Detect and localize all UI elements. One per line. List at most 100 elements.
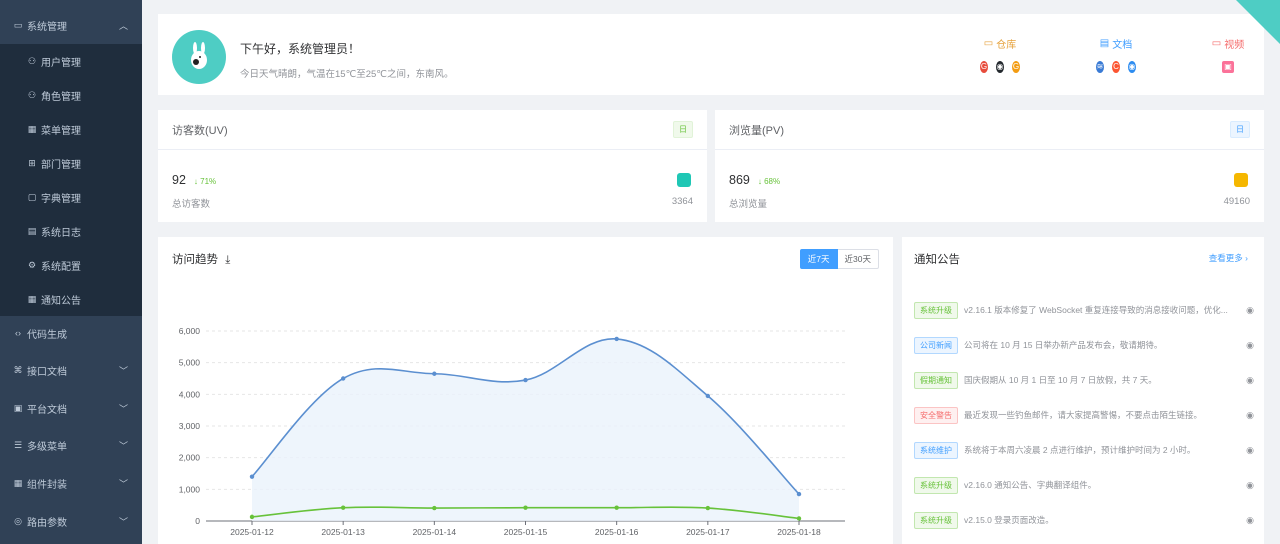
data-point — [249, 514, 255, 520]
notice-tag: 假期通知 — [914, 371, 958, 389]
juejin-icon[interactable]: ≋ — [1096, 61, 1104, 73]
sidebar-item-components[interactable]: ▦ 组件封装 ﹀ — [0, 466, 142, 500]
notice-item[interactable]: 假期通知 国庆假期从 10 月 1 日至 10 月 7 日放假，共 7 天。 ◉ — [914, 370, 1254, 390]
sidebar-item-label: 通知公告 — [41, 295, 81, 307]
weather-text: 今日天气晴朗，气温在15℃至25℃之间，东南风。 — [240, 69, 454, 80]
notice-text: 国庆假期从 10 月 1 日至 10 月 7 日放假，共 7 天。 — [964, 375, 1157, 385]
doc-icon: ▣ — [13, 402, 23, 413]
y-tick-label: 2,000 — [179, 453, 201, 463]
notice-item[interactable]: 系统维护 系统将于本周六凌晨 2 点进行维护，预计维护时间为 2 小时。 ◉ — [914, 440, 1254, 460]
sidebar-item-system[interactable]: ▭ 系统管理 ︿ — [0, 8, 142, 42]
y-tick-label: 4,000 — [179, 389, 201, 399]
csdn-icon[interactable]: C — [1112, 61, 1120, 73]
range-30-days-button[interactable]: 近30天 — [837, 249, 879, 269]
notice-item[interactable]: 系统升级 v2.15.0 登录页面改造。 ◉ — [914, 510, 1254, 530]
sidebar-item-label: 角色管理 — [41, 91, 81, 103]
welcome-card: 下午好，系统管理员！ 今日天气晴朗，气温在15℃至25℃之间，东南风。 ▭ 仓库… — [158, 14, 1264, 95]
gitee-icon[interactable]: G — [980, 61, 988, 73]
docs-link[interactable]: ▤ 文档 — [1096, 36, 1136, 51]
data-point — [432, 371, 437, 376]
sidebar-item-multi-menu[interactable]: ☰ 多级菜单 ﹀ — [0, 428, 142, 462]
notice-tag: 公司新闻 — [914, 336, 958, 354]
notice-icon: ▦ — [27, 293, 37, 304]
pv-period-tag[interactable]: 日 — [1230, 121, 1250, 138]
notice-tag: 系统升级 — [914, 476, 958, 494]
sidebar-item-label: 系统日志 — [41, 227, 81, 239]
y-tick-label: 0 — [195, 516, 200, 526]
range-toggle: 近7天 近30天 — [799, 249, 879, 269]
sidebar-item-dicts[interactable]: ▢ 字典管理 — [0, 180, 142, 214]
uv-change: ↓ 71% — [193, 177, 217, 186]
sidebar-item-route-params[interactable]: ◎ 路由参数 ﹀ — [0, 504, 142, 538]
y-tick-label: 5,000 — [179, 358, 201, 368]
sidebar-item-label: 部门管理 — [41, 159, 81, 171]
pv-change: ↓ 68% — [757, 177, 781, 186]
sidebar-item-label: 路由参数 — [27, 517, 67, 529]
data-point — [614, 336, 619, 342]
sidebar: ▭ 系统管理 ︿ ⚇ 用户管理 ⚇ 角色管理 ▦ 菜单管理 ⊞ 部门管理 ▢ 字… — [0, 0, 142, 544]
video-icon: ▭ — [1211, 38, 1222, 49]
folder-icon: ▭ — [983, 38, 994, 49]
visitor-icon — [677, 173, 691, 187]
sidebar-item-notices[interactable]: ▦ 通知公告 — [0, 282, 142, 316]
x-tick-label: 2025-01-13 — [321, 527, 365, 537]
notice-tag: 安全警告 — [914, 406, 958, 424]
monitor-icon: ▭ — [13, 19, 23, 30]
avatar-illustration — [191, 42, 207, 69]
github-corner-icon[interactable] — [1236, 0, 1280, 44]
data-point — [523, 505, 528, 510]
eye-icon[interactable]: ◉ — [1242, 480, 1254, 491]
sidebar-item-label: 系统管理 — [27, 21, 67, 33]
chevron-up-icon: ︿ — [118, 20, 128, 31]
uv-sub-label: 总访客数 — [172, 199, 211, 210]
eye-icon[interactable]: ◉ — [1242, 410, 1254, 421]
data-point — [796, 491, 802, 497]
notice-card: 通知公告 查看更多 › 系统升级 v2.16.1 版本修复了 WebSocket … — [902, 237, 1264, 544]
eye-icon[interactable]: ◉ — [1242, 305, 1254, 316]
data-point — [249, 474, 255, 479]
notice-item[interactable]: 系统升级 v2.16.1 版本修复了 WebSocket 重复连接导致的消息接收问… — [914, 300, 1254, 320]
multi-menu-icon: ☰ — [13, 439, 23, 450]
sidebar-item-label: 多级菜单 — [27, 441, 67, 453]
x-tick-label: 2025-01-12 — [230, 527, 274, 537]
eye-icon[interactable]: ◉ — [1242, 340, 1254, 351]
cnblogs-icon[interactable]: ◉ — [1128, 61, 1136, 73]
api-icon: ⌘ — [13, 364, 23, 375]
sidebar-item-platform-docs[interactable]: ▣ 平台文档 ﹀ — [0, 391, 142, 425]
range-7-days-button[interactable]: 近7天 — [799, 249, 838, 269]
gitcode-icon[interactable]: G — [1012, 61, 1020, 73]
eye-icon[interactable]: ◉ — [1242, 375, 1254, 386]
data-point — [523, 377, 528, 383]
sidebar-item-menus[interactable]: ▦ 菜单管理 — [0, 112, 142, 146]
component-icon: ▦ — [13, 477, 23, 488]
config-icon: ⚙ — [27, 259, 37, 270]
eye-icon[interactable]: ◉ — [1242, 445, 1254, 456]
sidebar-item-label: 组件封装 — [27, 479, 67, 491]
y-tick-label: 1,000 — [179, 484, 201, 494]
sidebar-item-config[interactable]: ⚙ 系统配置 — [0, 248, 142, 282]
repo-link[interactable]: ▭ 仓库 — [980, 36, 1020, 51]
notice-item[interactable]: 公司新闻 公司将在 10 月 15 日举办新产品发布会，敬请期待。 ◉ — [914, 335, 1254, 355]
bilibili-icon[interactable]: ▣ — [1222, 61, 1234, 73]
book-icon — [1234, 173, 1248, 187]
x-tick-label: 2025-01-18 — [777, 527, 821, 537]
sidebar-item-label: 代码生成 — [27, 329, 67, 341]
pv-sub-label: 总浏览量 — [729, 199, 768, 210]
sidebar-item-roles[interactable]: ⚇ 角色管理 — [0, 78, 142, 112]
notice-item[interactable]: 系统升级 v2.16.0 通知公告、字典翻译组件。 ◉ — [914, 475, 1254, 495]
sidebar-item-logs[interactable]: ▤ 系统日志 — [0, 214, 142, 248]
x-tick-label: 2025-01-15 — [504, 527, 548, 537]
view-more-link[interactable]: 查看更多 › — [1209, 252, 1248, 264]
sidebar-item-depts[interactable]: ⊞ 部门管理 — [0, 146, 142, 180]
pv-total: 49160 — [1223, 196, 1250, 207]
download-icon[interactable]: ⤓ — [225, 254, 230, 266]
chevron-down-icon: ﹀ — [118, 516, 128, 527]
notice-item[interactable]: 安全警告 最近发现一些钓鱼邮件，请大家提高警惕，不要点击陌生链接。 ◉ — [914, 405, 1254, 425]
sidebar-item-api-docs[interactable]: ⌘ 接口文档 ﹀ — [0, 353, 142, 387]
sidebar-item-users[interactable]: ⚇ 用户管理 — [0, 44, 142, 78]
github-icon[interactable]: ◉ — [996, 61, 1004, 73]
eye-icon[interactable]: ◉ — [1242, 515, 1254, 526]
uv-period-tag[interactable]: 日 — [673, 121, 693, 138]
data-point — [432, 505, 437, 511]
sidebar-item-codegen[interactable]: ‹› 代码生成 — [0, 316, 142, 350]
